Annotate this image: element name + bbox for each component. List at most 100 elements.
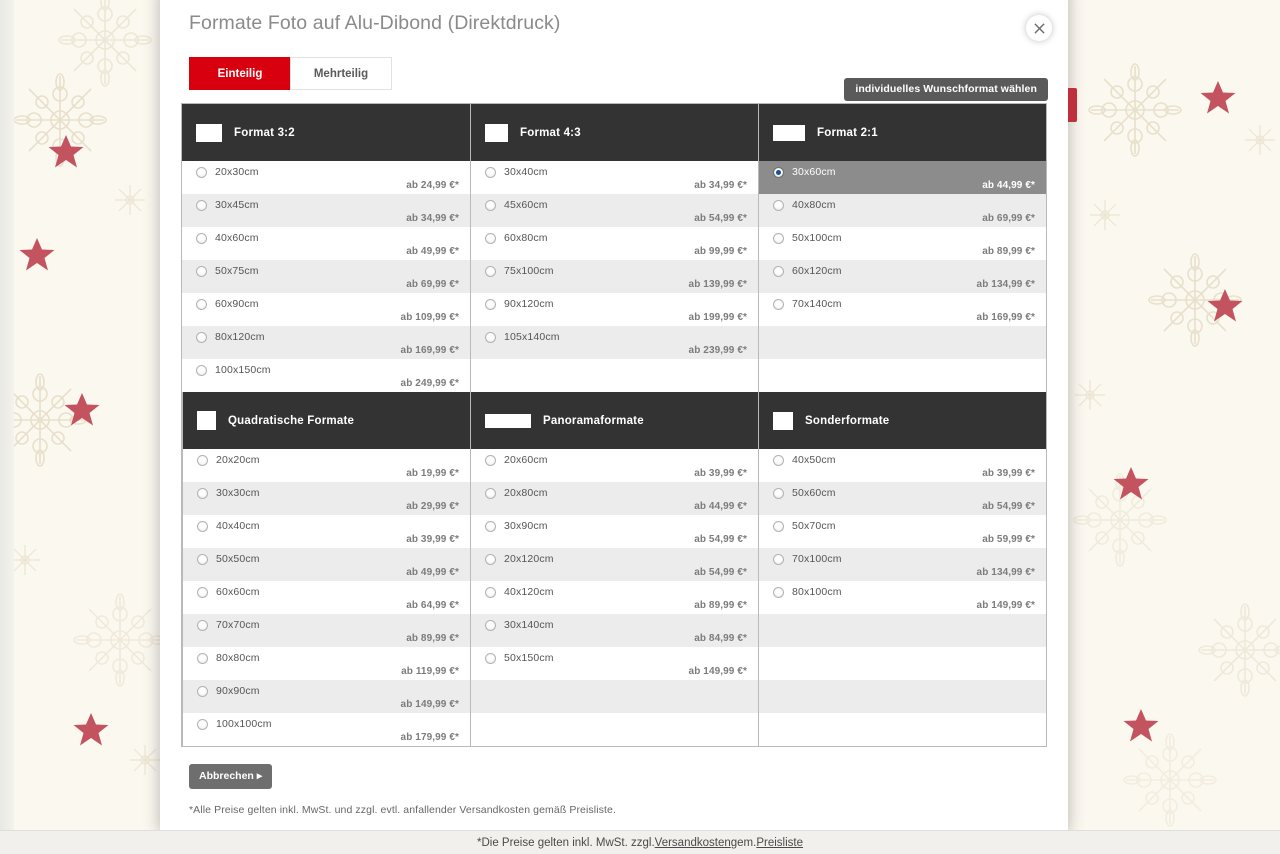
format-option-row[interactable]: 30x45cm ab 34,99 €* <box>182 194 470 227</box>
radio-button[interactable] <box>196 166 207 178</box>
tab-einteilig[interactable]: Einteilig <box>189 57 291 90</box>
format-option-row[interactable]: 90x120cm ab 199,99 €* <box>471 293 758 326</box>
format-option-row[interactable]: 40x40cm ab 39,99 €* <box>183 515 470 548</box>
panel-header: Quadratische Formate <box>183 392 470 449</box>
format-size-label: 40x60cm <box>215 232 259 244</box>
radio-button[interactable] <box>773 520 784 532</box>
radio-button[interactable] <box>485 265 496 277</box>
radio-button[interactable] <box>773 166 784 178</box>
radio-button[interactable] <box>197 520 208 532</box>
format-option-row[interactable]: 50x75cm ab 69,99 €* <box>182 260 470 293</box>
format-option-row[interactable]: 100x150cm ab 249,99 €* <box>182 359 470 392</box>
format-option-row[interactable]: 80x80cm ab 119,99 €* <box>183 647 470 680</box>
radio-button[interactable] <box>485 553 496 565</box>
format-size-label: 20x60cm <box>504 454 548 466</box>
format-option-row[interactable]: 60x90cm ab 109,99 €* <box>182 293 470 326</box>
format-option-row[interactable]: 50x50cm ab 49,99 €* <box>183 548 470 581</box>
format-option-row[interactable]: 50x70cm ab 59,99 €* <box>759 515 1046 548</box>
format-option-row[interactable]: 40x80cm ab 69,99 €* <box>759 194 1046 227</box>
radio-button[interactable] <box>773 553 784 565</box>
radio-button[interactable] <box>197 586 208 598</box>
empty-row <box>759 713 1046 746</box>
format-option-row[interactable]: 30x90cm ab 54,99 €* <box>471 515 758 548</box>
radio-button[interactable] <box>485 586 496 598</box>
radio-button[interactable] <box>196 265 207 277</box>
radio-button[interactable] <box>485 652 496 664</box>
format-option-row[interactable]: 90x90cm ab 149,99 €* <box>183 680 470 713</box>
format-size-label: 80x80cm <box>216 652 260 664</box>
format-size-label: 40x80cm <box>792 199 836 211</box>
panel-title: Panoramaformate <box>543 414 644 427</box>
format-option-row[interactable]: 20x60cm ab 39,99 €* <box>471 449 758 482</box>
format-size-label: 40x40cm <box>216 520 260 532</box>
format-option-row[interactable]: 50x150cm ab 149,99 €* <box>471 647 758 680</box>
format-option-row[interactable]: 40x50cm ab 39,99 €* <box>759 449 1046 482</box>
format-option-row[interactable]: 70x70cm ab 89,99 €* <box>183 614 470 647</box>
format-option-row[interactable]: 80x100cm ab 149,99 €* <box>759 581 1046 614</box>
radio-button[interactable] <box>485 331 496 343</box>
format-option-row[interactable]: 60x80cm ab 99,99 €* <box>471 227 758 260</box>
radio-button[interactable] <box>773 265 784 277</box>
format-option-row[interactable]: 30x30cm ab 29,99 €* <box>183 482 470 515</box>
tab-mehrteilig[interactable]: Mehrteilig <box>290 57 392 90</box>
format-list: 30x40cm ab 34,99 €* 45x60cm ab 54,99 €* 60x8… <box>471 161 758 392</box>
format-option-row[interactable]: 105x140cm ab 239,99 €* <box>471 326 758 359</box>
radio-button[interactable] <box>773 454 784 466</box>
format-size-label: 90x90cm <box>216 685 260 697</box>
shipping-costs-link[interactable]: Versandkosten <box>655 837 731 849</box>
radio-button[interactable] <box>773 232 784 244</box>
radio-button[interactable] <box>196 331 207 343</box>
radio-button[interactable] <box>485 454 496 466</box>
empty-row <box>471 359 758 392</box>
radio-button[interactable] <box>197 718 208 730</box>
empty-row <box>471 680 758 713</box>
radio-button[interactable] <box>197 652 208 664</box>
radio-button[interactable] <box>485 487 496 499</box>
format-option-row[interactable]: 20x30cm ab 24,99 €* <box>182 161 470 194</box>
format-option-row[interactable]: 30x40cm ab 34,99 €* <box>471 161 758 194</box>
format-option-row[interactable]: 50x100cm ab 89,99 €* <box>759 227 1046 260</box>
format-option-row[interactable]: 75x100cm ab 139,99 €* <box>471 260 758 293</box>
format-option-row[interactable]: 45x60cm ab 54,99 €* <box>471 194 758 227</box>
custom-format-button[interactable]: individuelles Wunschformat wählen <box>844 78 1048 101</box>
radio-button[interactable] <box>197 553 208 565</box>
radio-button[interactable] <box>485 298 496 310</box>
radio-button[interactable] <box>773 487 784 499</box>
format-size-label: 50x50cm <box>216 553 260 565</box>
format-option-row[interactable]: 50x60cm ab 54,99 €* <box>759 482 1046 515</box>
radio-button[interactable] <box>485 619 496 631</box>
radio-button[interactable] <box>485 520 496 532</box>
price-list-link[interactable]: Preisliste <box>756 837 803 849</box>
format-option-row[interactable]: 20x80cm ab 44,99 €* <box>471 482 758 515</box>
cancel-button[interactable]: Abbrechen ▸ <box>189 764 273 789</box>
format-option-row[interactable]: 40x120cm ab 89,99 €* <box>471 581 758 614</box>
radio-button[interactable] <box>197 487 208 499</box>
side-accent-tab[interactable] <box>1068 88 1077 122</box>
radio-button[interactable] <box>773 199 784 211</box>
radio-button[interactable] <box>773 586 784 598</box>
radio-button[interactable] <box>197 619 208 631</box>
radio-button[interactable] <box>196 232 207 244</box>
empty-row <box>759 359 1046 392</box>
format-option-row[interactable]: 20x120cm ab 54,99 €* <box>471 548 758 581</box>
radio-button[interactable] <box>196 298 207 310</box>
radio-button[interactable] <box>485 166 496 178</box>
format-option-row[interactable]: 30x140cm ab 84,99 €* <box>471 614 758 647</box>
format-option-row[interactable]: 20x20cm ab 19,99 €* <box>183 449 470 482</box>
format-option-row[interactable]: 60x120cm ab 134,99 €* <box>759 260 1046 293</box>
format-option-row[interactable]: 60x60cm ab 64,99 €* <box>183 581 470 614</box>
radio-button[interactable] <box>196 364 207 376</box>
format-option-row[interactable]: 80x120cm ab 169,99 €* <box>182 326 470 359</box>
format-option-row[interactable]: 70x100cm ab 134,99 €* <box>759 548 1046 581</box>
radio-button[interactable] <box>197 454 208 466</box>
format-option-row[interactable]: 100x100cm ab 179,99 €* <box>183 713 470 746</box>
radio-button[interactable] <box>485 232 496 244</box>
radio-button[interactable] <box>773 298 784 310</box>
radio-button[interactable] <box>485 199 496 211</box>
format-option-row[interactable]: 70x140cm ab 169,99 €* <box>759 293 1046 326</box>
format-option-row[interactable]: 30x60cm ab 44,99 €* <box>759 161 1046 194</box>
radio-button[interactable] <box>197 685 208 697</box>
close-icon[interactable] <box>1026 15 1052 41</box>
radio-button[interactable] <box>196 199 207 211</box>
format-option-row[interactable]: 40x60cm ab 49,99 €* <box>182 227 470 260</box>
